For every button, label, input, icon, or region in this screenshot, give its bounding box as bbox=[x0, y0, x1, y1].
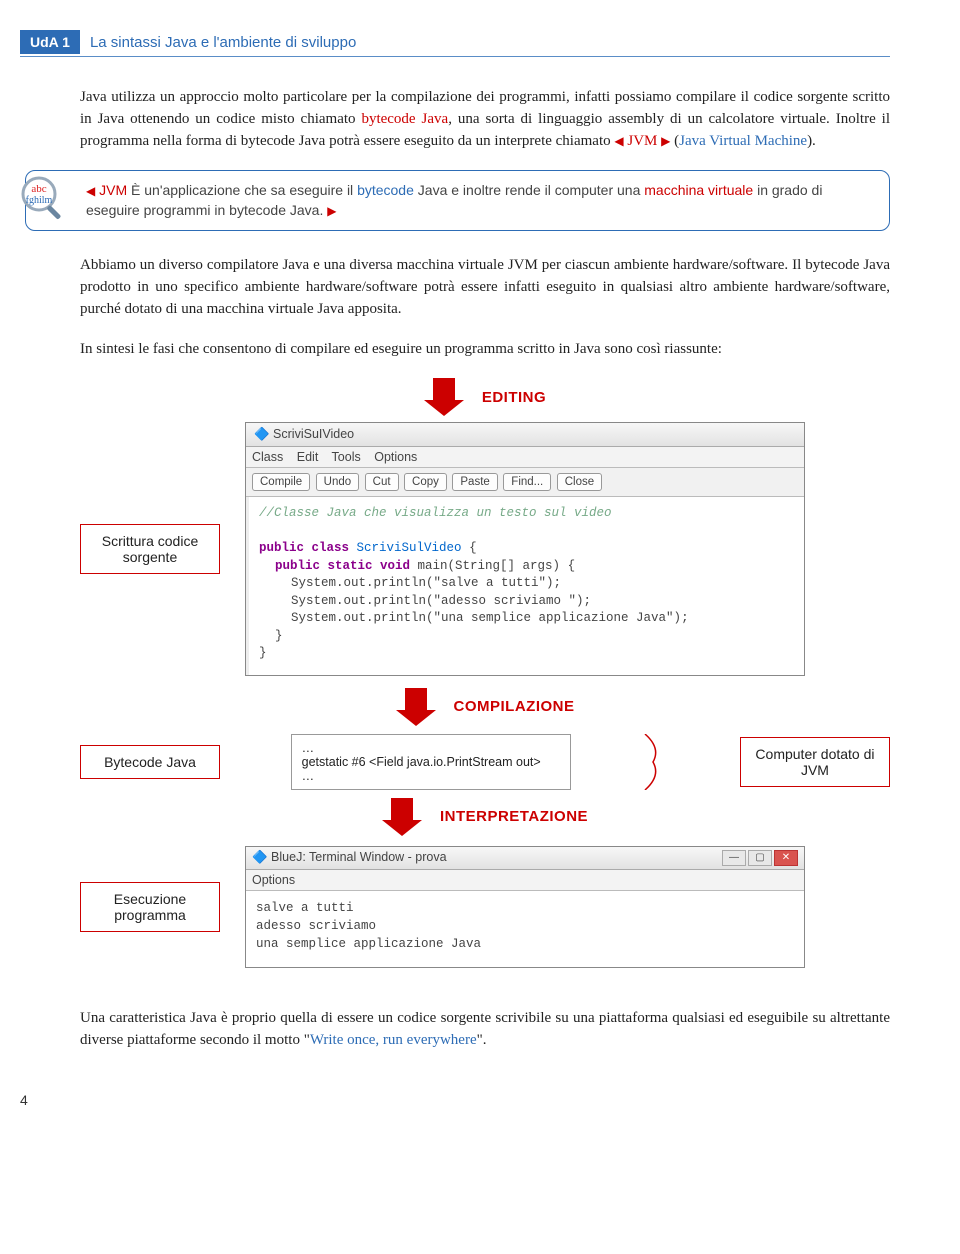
menu-class[interactable]: Class bbox=[252, 450, 283, 464]
label-compilation: COMPILAZIONE bbox=[454, 698, 575, 715]
box-computer: Computer dotato di JVM bbox=[740, 737, 890, 787]
bracket-icon bbox=[641, 734, 669, 790]
menu-options[interactable]: Options bbox=[374, 450, 417, 464]
maximize-button[interactable]: ▢ bbox=[748, 850, 772, 866]
arrow-down-icon bbox=[424, 378, 464, 416]
editor-menubar[interactable]: Class Edit Tools Options bbox=[246, 447, 804, 468]
find-button[interactable]: Find... bbox=[503, 473, 551, 491]
close-button[interactable]: Close bbox=[557, 473, 602, 491]
bytecode-output: … getstatic #6 <Field java.io.PrintStrea… bbox=[291, 734, 571, 790]
window-close-button[interactable]: ✕ bbox=[774, 850, 798, 866]
box-esecuzione: Esecuzione programma bbox=[80, 882, 220, 932]
label-interpretation: INTERPRETAZIONE bbox=[440, 808, 588, 825]
page-number: 4 bbox=[20, 1092, 890, 1108]
box-bytecode: Bytecode Java bbox=[80, 745, 220, 779]
magnifier-icon: abc fghilm bbox=[17, 172, 72, 227]
undo-button[interactable]: Undo bbox=[316, 473, 360, 491]
paste-button[interactable]: Paste bbox=[452, 473, 497, 491]
terminal-menubar[interactable]: Options bbox=[246, 870, 804, 891]
header-title: La sintassi Java e l'ambiente di svilupp… bbox=[90, 34, 356, 51]
editor-toolbar: Compile Undo Cut Copy Paste Find... Clos… bbox=[246, 468, 804, 497]
copy-button[interactable]: Copy bbox=[404, 473, 447, 491]
terminal-window: 🔷 BlueJ: Terminal Window - prova — ▢ ✕ O… bbox=[245, 846, 805, 968]
editor-window: 🔷 ScriviSuIVideo Class Edit Tools Option… bbox=[245, 422, 805, 676]
diagram: EDITING Scrittura codice sorgente 🔷 Scri… bbox=[80, 378, 890, 968]
uda-badge: UdA 1 bbox=[20, 30, 80, 54]
svg-text:abc: abc bbox=[31, 183, 46, 195]
compile-button[interactable]: Compile bbox=[252, 473, 310, 491]
paragraph-4: Una caratteristica Java è proprio quella… bbox=[80, 1008, 890, 1052]
code-area[interactable]: //Classe Java che visualizza un testo su… bbox=[246, 497, 804, 675]
arrow-down-icon bbox=[382, 798, 422, 836]
paragraph-2: Abbiamo un diverso compilatore Java e un… bbox=[80, 255, 890, 320]
definition-box: abc fghilm ◀ JVM È un'applicazione che s… bbox=[25, 170, 890, 231]
terminal-title: 🔷 BlueJ: Terminal Window - prova bbox=[252, 850, 447, 865]
page-header: UdA 1 La sintassi Java e l'ambiente di s… bbox=[20, 30, 890, 57]
terminal-output: salve a tutti adesso scriviamo una sempl… bbox=[246, 891, 804, 967]
label-editing: EDITING bbox=[482, 389, 546, 406]
box-scrittura: Scrittura codice sorgente bbox=[80, 524, 220, 574]
svg-text:fghilm: fghilm bbox=[26, 195, 53, 206]
cut-button[interactable]: Cut bbox=[365, 473, 399, 491]
menu-edit[interactable]: Edit bbox=[297, 450, 319, 464]
minimize-button[interactable]: — bbox=[722, 850, 746, 866]
arrow-down-icon bbox=[396, 688, 436, 726]
paragraph-1: Java utilizza un approccio molto partico… bbox=[80, 87, 890, 152]
menu-tools[interactable]: Tools bbox=[332, 450, 361, 464]
paragraph-3: In sintesi le fasi che consentono di com… bbox=[80, 339, 890, 361]
editor-title: 🔷 ScriviSuIVideo bbox=[246, 423, 804, 447]
